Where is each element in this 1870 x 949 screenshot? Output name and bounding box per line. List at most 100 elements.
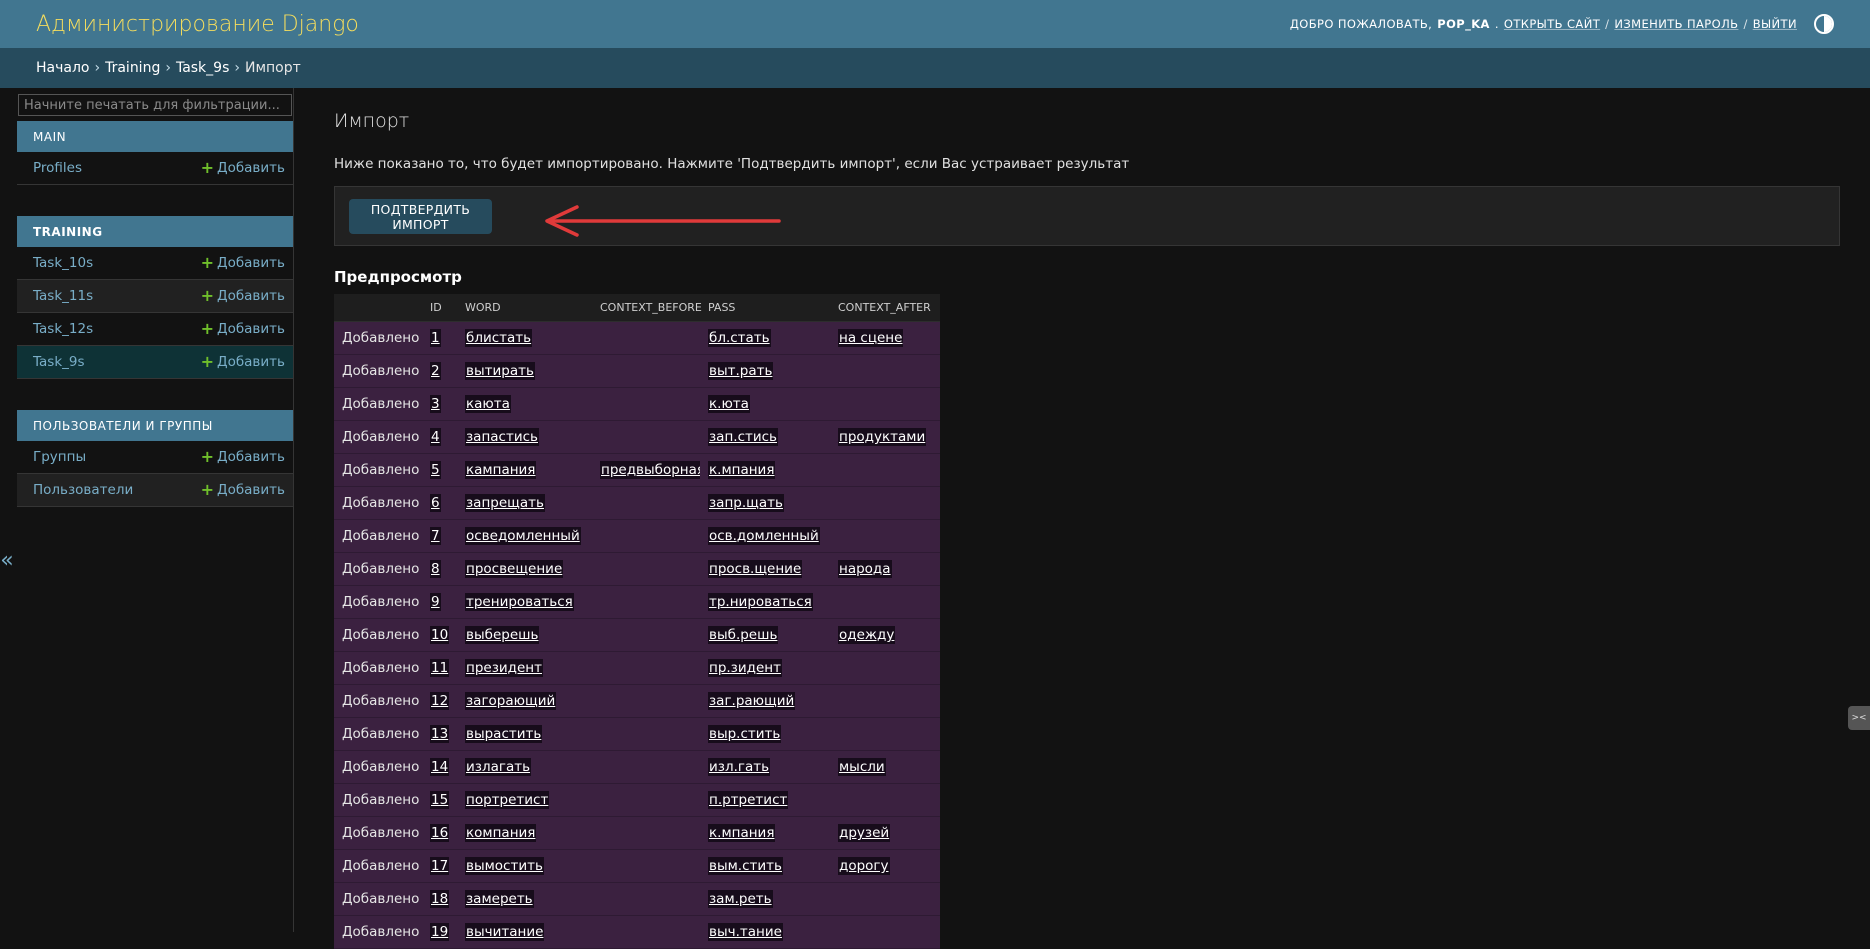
cell-word: просвещение bbox=[457, 552, 592, 586]
table-row: Добавлено 16 компания к.мпания друзей bbox=[334, 816, 940, 850]
cell-context-before bbox=[592, 849, 700, 883]
cell-id: 6 bbox=[422, 486, 457, 520]
cell-status: Добавлено bbox=[334, 717, 422, 751]
column-header-context-before: CONTEXT_BEFORE bbox=[592, 294, 702, 322]
breadcrumb-model[interactable]: Task_9s bbox=[176, 60, 229, 76]
plus-icon: + bbox=[200, 286, 215, 305]
cell-pass: выб.решь bbox=[700, 618, 830, 652]
site-header: Администрирование Django Добро пожаловат… bbox=[0, 0, 1870, 48]
cell-context-after: дорогу bbox=[830, 849, 940, 883]
table-row: Добавлено 13 вырастить выр.стить bbox=[334, 717, 940, 751]
nav-sidebar: Main Profiles +Добавить Training Task_10… bbox=[17, 88, 294, 932]
model-link-task-10s[interactable]: Task_10s bbox=[33, 255, 93, 271]
cell-id: 1 bbox=[422, 321, 457, 355]
add-groups-button[interactable]: + Добавить bbox=[201, 449, 285, 466]
cell-context-before bbox=[592, 783, 700, 817]
model-link-groups[interactable]: Группы bbox=[33, 449, 86, 465]
cell-id: 17 bbox=[422, 849, 457, 883]
cell-value-id: 11 bbox=[430, 659, 450, 677]
model-link-profiles[interactable]: Profiles bbox=[33, 160, 82, 176]
cell-pass: изл.гать bbox=[700, 750, 830, 784]
cell-value-pass: изл.гать bbox=[708, 758, 771, 776]
cell-value-pass: п.ртретист bbox=[708, 791, 789, 809]
model-link-task-11s[interactable]: Task_11s bbox=[33, 288, 93, 304]
cell-status: Добавлено bbox=[334, 420, 422, 454]
cell-status: Добавлено bbox=[334, 849, 422, 883]
cell-value-id: 2 bbox=[430, 362, 441, 380]
cell-status: Добавлено bbox=[334, 750, 422, 784]
add-task-12s-button[interactable]: + Добавить bbox=[201, 321, 285, 338]
breadcrumb-home[interactable]: Начало bbox=[36, 60, 89, 76]
side-widget-handle[interactable]: >< bbox=[1848, 706, 1870, 730]
cell-id: 15 bbox=[422, 783, 457, 817]
model-link-users[interactable]: Пользователи bbox=[33, 482, 133, 498]
table-row: Добавлено 10 выберешь выб.решь одежду bbox=[334, 618, 940, 652]
add-label: Добавить bbox=[217, 354, 285, 370]
collapse-sidebar-icon[interactable]: « bbox=[0, 548, 14, 573]
cell-context-after bbox=[830, 519, 940, 553]
cell-value-word: вычитание bbox=[465, 923, 545, 941]
cell-value-pass: выч.тание bbox=[708, 923, 783, 941]
cell-context-after: продуктами bbox=[830, 420, 940, 454]
cell-status: Добавлено bbox=[334, 321, 422, 355]
cell-status: Добавлено bbox=[334, 453, 422, 487]
cell-status: Добавлено bbox=[334, 816, 422, 850]
module-training: Training Task_10s + Добавить Task_11s + До… bbox=[17, 216, 293, 379]
add-task-11s-button[interactable]: + Добавить bbox=[200, 286, 285, 305]
add-task-9s-button[interactable]: + Добавить bbox=[200, 352, 285, 371]
cell-id: 2 bbox=[422, 354, 457, 388]
add-profiles-button[interactable]: + Добавить bbox=[200, 158, 285, 177]
cell-status: Добавлено bbox=[334, 519, 422, 553]
cell-context-after bbox=[830, 585, 940, 619]
confirm-import-button[interactable]: Подтвердить импорт bbox=[349, 199, 492, 234]
sidebar-item-groups: Группы + Добавить bbox=[17, 441, 293, 474]
add-task-10s-button[interactable]: + Добавить bbox=[201, 255, 285, 272]
cell-value-pass: к.юта bbox=[708, 395, 750, 413]
cell-value-pass: просв.щение bbox=[708, 560, 803, 578]
cell-value-id: 4 bbox=[430, 428, 441, 446]
cell-value-word: блистать bbox=[465, 329, 533, 347]
cell-value-pass: пр.зидент bbox=[708, 659, 782, 677]
cell-id: 7 bbox=[422, 519, 457, 553]
cell-word: каюта bbox=[457, 387, 592, 421]
cell-context-before bbox=[592, 651, 700, 685]
column-header-word: WORD bbox=[457, 294, 592, 322]
table-row: Добавлено 9 тренироваться тр.нироваться bbox=[334, 585, 940, 619]
change-password-link[interactable]: Изменить пароль bbox=[1614, 17, 1738, 31]
table-row: Добавлено 18 замереть зам.реть bbox=[334, 882, 940, 916]
sidebar-item-users: Пользователи + Добавить bbox=[17, 474, 293, 507]
plus-icon: + bbox=[200, 158, 215, 177]
module-caption-auth[interactable]: Пользователи и группы bbox=[17, 410, 293, 441]
model-link-task-9s[interactable]: Task_9s bbox=[33, 354, 85, 370]
cell-context-before bbox=[592, 321, 700, 355]
cell-value-pass: тр.нироваться bbox=[708, 593, 813, 611]
add-label: Добавить bbox=[217, 255, 285, 271]
model-link-task-12s[interactable]: Task_12s bbox=[33, 321, 93, 337]
logout-link[interactable]: Выйти bbox=[1753, 17, 1797, 31]
cell-value-id: 19 bbox=[430, 923, 450, 941]
add-label: Добавить bbox=[217, 160, 285, 176]
cell-value-word: портретист bbox=[465, 791, 550, 809]
site-branding[interactable]: Администрирование Django bbox=[36, 12, 359, 37]
add-label: Добавить bbox=[217, 449, 285, 465]
table-row: Добавлено 15 портретист п.ртретист bbox=[334, 783, 940, 817]
arrow-annotation-icon bbox=[545, 205, 781, 237]
nav-filter-input[interactable] bbox=[18, 94, 292, 116]
cell-context-after bbox=[830, 915, 940, 949]
breadcrumb-app[interactable]: Training bbox=[105, 60, 160, 76]
cell-value-word: кампания bbox=[465, 461, 537, 479]
preview-title: Предпросмотр bbox=[334, 268, 462, 286]
table-row: Добавлено 6 запрещать запр.щать bbox=[334, 486, 940, 520]
cell-value-word: вымостить bbox=[465, 857, 544, 875]
module-caption-training[interactable]: Training bbox=[17, 216, 293, 247]
half-circle-icon[interactable] bbox=[1814, 14, 1834, 34]
cell-value-pass: вым.стить bbox=[708, 857, 783, 875]
cell-context-after bbox=[830, 882, 940, 916]
view-site-link[interactable]: Открыть сайт bbox=[1504, 17, 1600, 31]
plus-icon: + bbox=[200, 352, 215, 371]
add-users-button[interactable]: + Добавить bbox=[201, 482, 285, 499]
cell-value-pass: выт.рать bbox=[708, 362, 774, 380]
module-caption-main[interactable]: Main bbox=[17, 121, 293, 152]
cell-pass: к.мпания bbox=[700, 453, 830, 487]
cell-context-before bbox=[592, 618, 700, 652]
